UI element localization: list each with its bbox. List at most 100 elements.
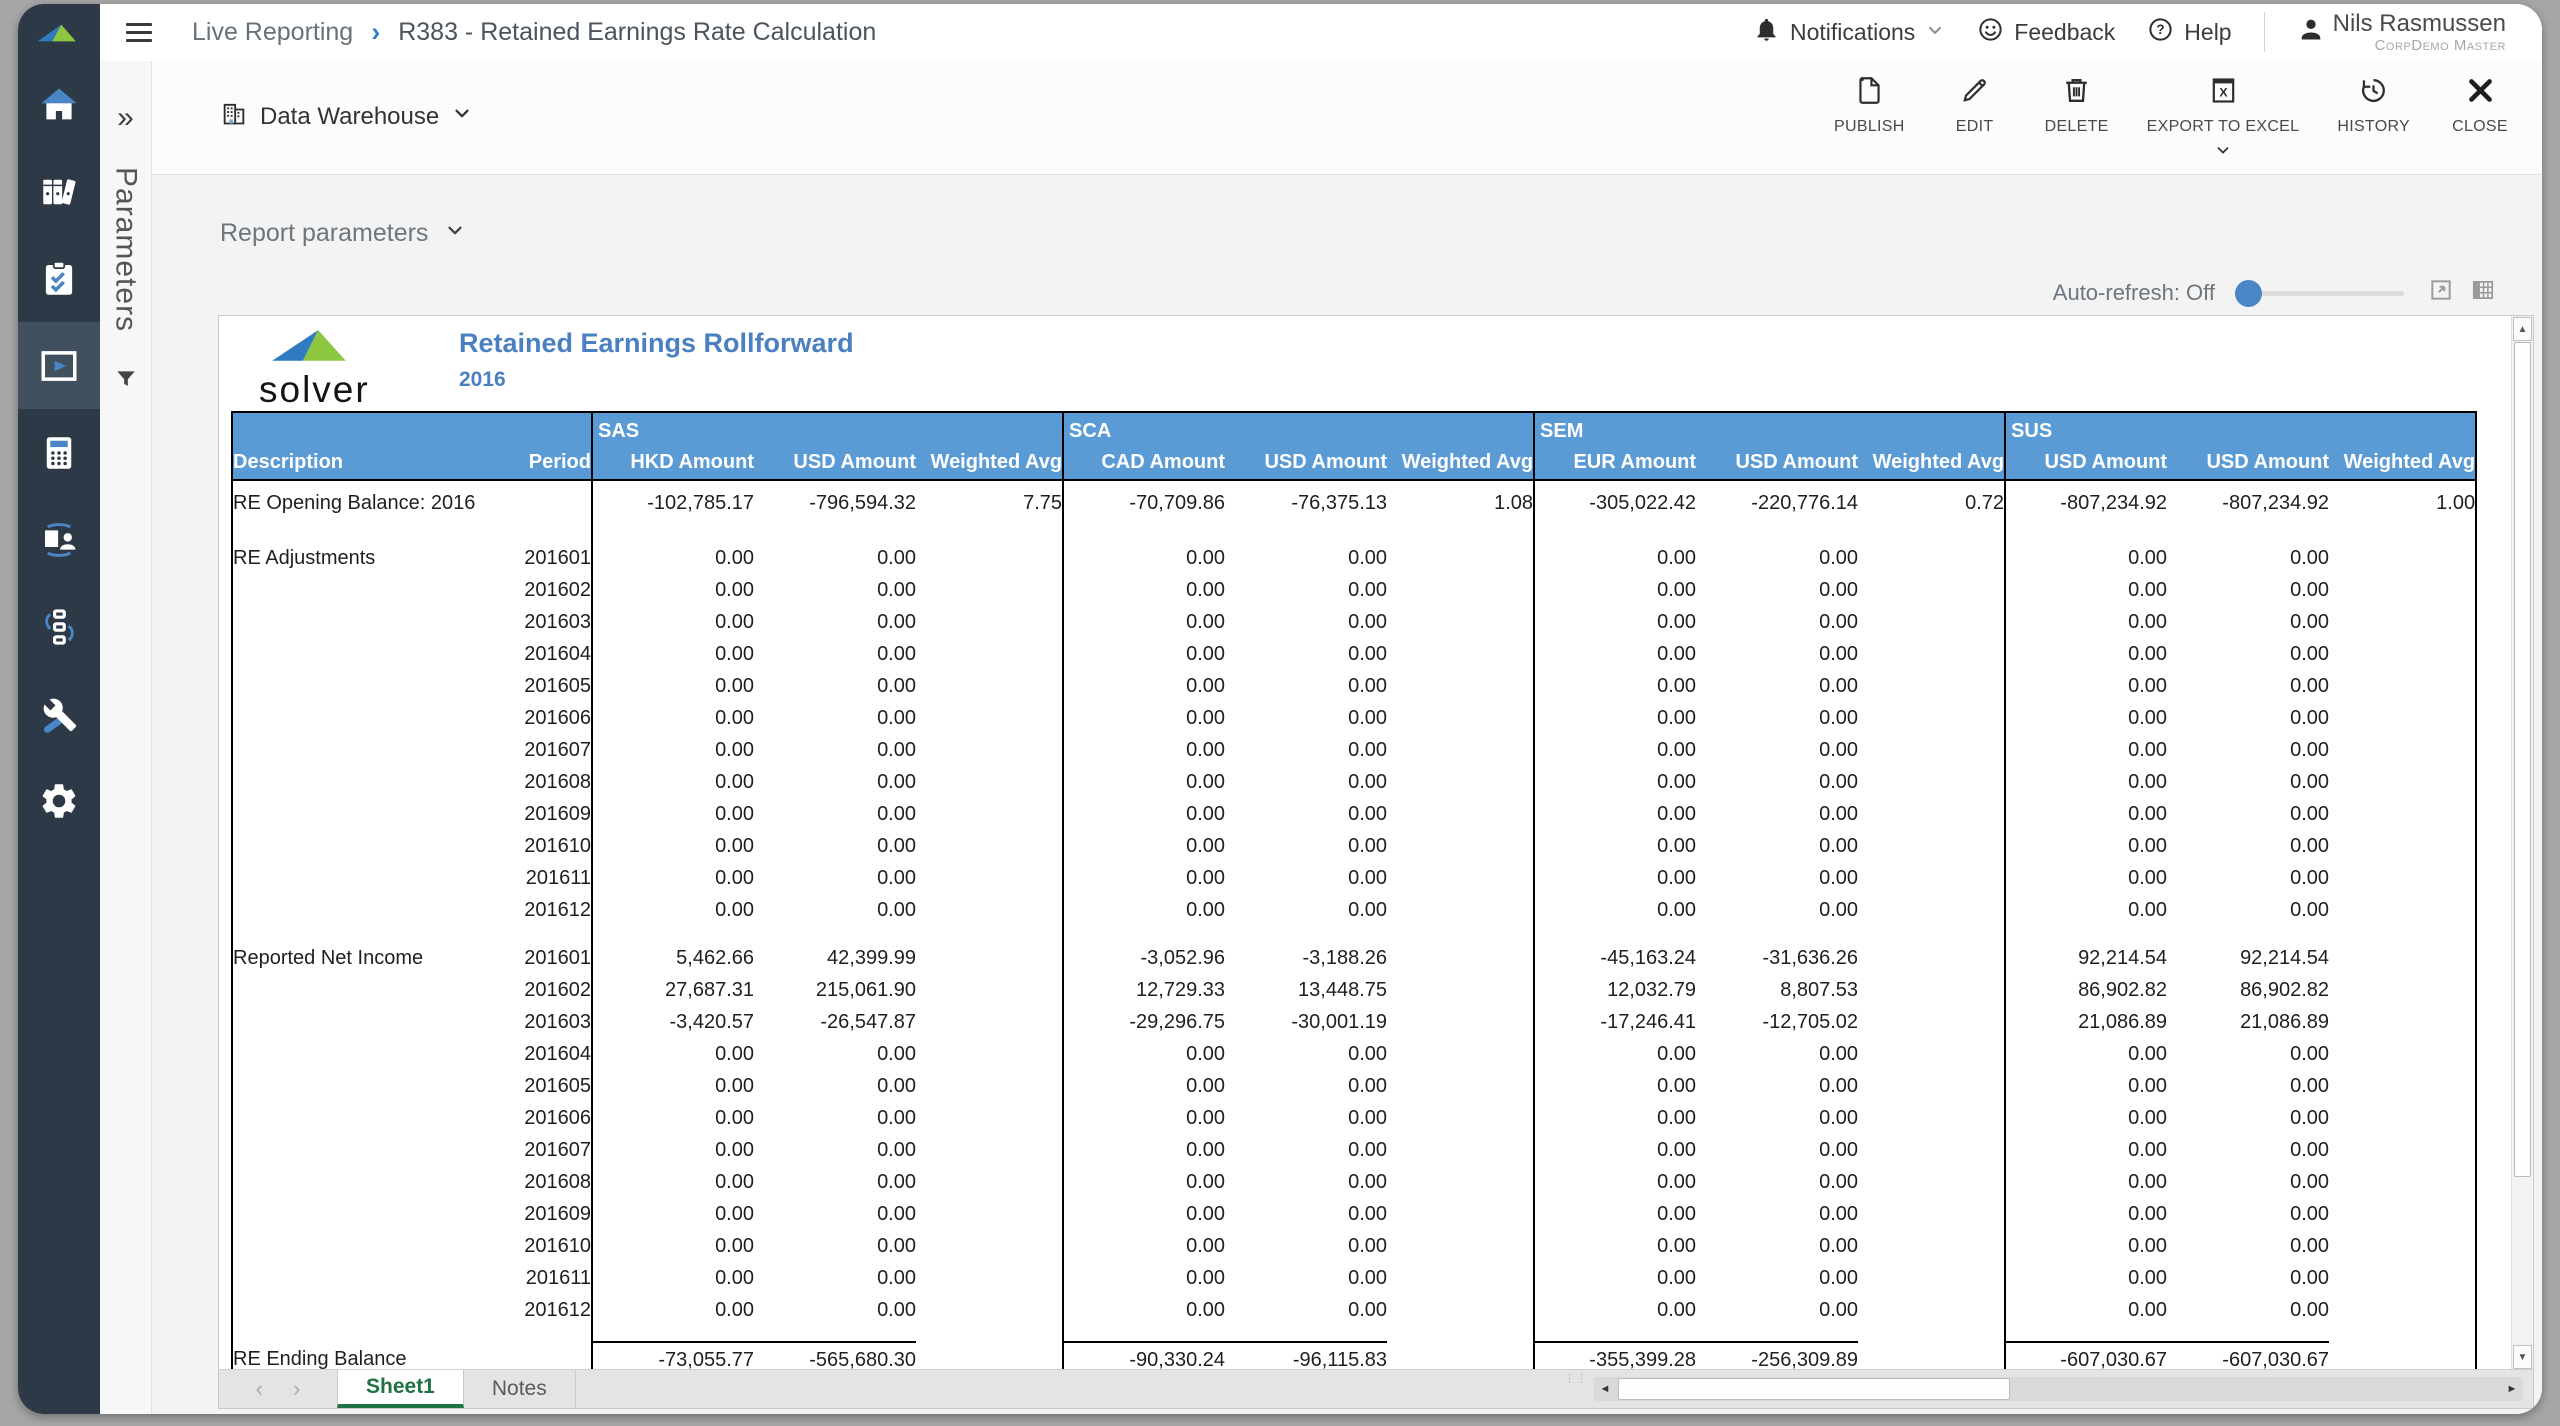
close-button[interactable]: CLOSE (2448, 75, 2512, 164)
value-cell: 0.00 (1225, 1038, 1387, 1070)
table-row: 2016070.000.000.000.000.000.000.000.00 (232, 734, 2476, 766)
filter-icon[interactable] (113, 366, 139, 397)
scroll-up-button[interactable]: ▲ (2513, 317, 2532, 341)
sheet-tab-notes[interactable]: Notes (464, 1370, 576, 1408)
app-logo[interactable] (18, 4, 100, 61)
budgeting-icon (38, 432, 80, 474)
export-to-excel-button[interactable]: XEXPORT TO EXCEL (2147, 75, 2300, 164)
value-cell (916, 942, 1063, 974)
value-cell (2329, 862, 2476, 894)
settings-icon (38, 780, 80, 822)
table-row: 201603-3,420.57-26,547.87-29,296.75-30,0… (232, 1006, 2476, 1038)
value-cell: 0.00 (1063, 670, 1225, 702)
value-cell: 0.00 (592, 1038, 754, 1070)
resize-report-icon[interactable] (2428, 277, 2454, 309)
chevron-down-icon (1925, 19, 1945, 46)
user-menu[interactable]: Nils Rasmussen CorpDemo Master (2297, 11, 2506, 54)
period-cell: 201608 (492, 1166, 592, 1198)
value-cell: 0.00 (2005, 894, 2167, 926)
chevron-down-icon (2214, 143, 2232, 164)
table-row: 2016060.000.000.000.000.000.000.000.00 (232, 1102, 2476, 1134)
scroll-right-button[interactable]: ► (2501, 1377, 2523, 1401)
history-button[interactable]: HISTORY (2337, 75, 2410, 164)
solver-logo-text: solver (259, 371, 370, 408)
value-cell: 0.00 (1696, 606, 1858, 638)
value-cell: 0.00 (1225, 830, 1387, 862)
scroll-down-button[interactable]: ▼ (2513, 1345, 2532, 1369)
row-label (232, 638, 492, 670)
publish-button[interactable]: PUBLISH (1834, 75, 1905, 164)
menu-icon[interactable] (126, 18, 152, 47)
warehouse-building-icon (220, 99, 248, 134)
help-button[interactable]: ? Help (2147, 16, 2231, 49)
table-cell (232, 1326, 592, 1342)
scroll-left-button[interactable]: ◄ (1594, 1377, 1616, 1401)
notifications-button[interactable]: Notifications (1753, 16, 1945, 49)
grid-view-icon[interactable] (2470, 277, 2496, 309)
table-cell (232, 526, 592, 542)
column-header: Period (492, 445, 592, 480)
report-parameters-toggle[interactable]: Report parameters (220, 219, 466, 248)
value-cell: 0.00 (2005, 1294, 2167, 1326)
sidebar-item-tasks[interactable] (18, 235, 100, 322)
value-cell: 42,399.99 (754, 942, 916, 974)
tasks-icon (38, 258, 80, 300)
value-cell: 0.00 (2005, 574, 2167, 606)
value-cell: 0.00 (1696, 1038, 1858, 1070)
parameters-panel[interactable]: » Parameters (100, 61, 152, 1414)
sidebar-item-settings[interactable] (18, 757, 100, 844)
value-cell: 0.00 (1225, 1134, 1387, 1166)
value-cell: 0.00 (754, 798, 916, 830)
delete-button[interactable]: DELETE (2045, 75, 2109, 164)
value-cell (1387, 1070, 1534, 1102)
auto-refresh-slider[interactable] (2239, 291, 2404, 296)
vertical-scrollbar[interactable]: ▲ ▼ (2511, 316, 2533, 1370)
sidebar-item-assignments[interactable] (18, 496, 100, 583)
value-cell: 0.00 (1225, 862, 1387, 894)
value-cell: -305,022.42 (1534, 480, 1696, 526)
horizontal-scrollbar[interactable]: ◄ ► (1594, 1377, 2523, 1401)
sidebar-item-budgeting[interactable] (18, 409, 100, 496)
value-cell: 0.00 (592, 670, 754, 702)
sidebar-item-process[interactable] (18, 583, 100, 670)
table-row: 2016060.000.000.000.000.000.000.000.00 (232, 702, 2476, 734)
table-row: RE Opening Balance: 2016-102,785.17-796,… (232, 480, 2476, 526)
value-cell (916, 974, 1063, 1006)
admin-tools-icon (38, 693, 80, 735)
value-cell: 0.00 (592, 1166, 754, 1198)
edit-button[interactable]: EDIT (1943, 75, 2007, 164)
sheet-tab-sheet1[interactable]: Sheet1 (337, 1370, 464, 1408)
sidebar-item-reports[interactable] (18, 322, 100, 409)
breadcrumb-section[interactable]: Live Reporting (192, 18, 353, 47)
value-cell: -807,234.92 (2005, 480, 2167, 526)
value-cell: 1.08 (1387, 480, 1534, 526)
slider-knob[interactable] (2235, 280, 2262, 307)
vertical-scroll-thumb[interactable] (2514, 342, 2531, 1177)
sidebar-item-archive[interactable] (18, 148, 100, 235)
table-cell (1534, 926, 2005, 942)
value-cell: 0.00 (2167, 1038, 2329, 1070)
value-cell: 0.72 (1858, 480, 2005, 526)
prev-sheet-button[interactable]: ‹ (256, 1376, 263, 1402)
sidebar-item-home[interactable] (18, 61, 100, 148)
value-cell: 0.00 (754, 542, 916, 574)
table-row: RE Adjustments2016010.000.000.000.000.00… (232, 542, 2476, 574)
value-cell: 0.00 (2167, 606, 2329, 638)
value-cell (2329, 1070, 2476, 1102)
value-cell: 0.00 (754, 894, 916, 926)
data-source-selector[interactable]: Data Warehouse (220, 99, 473, 134)
value-cell: 0.00 (754, 1294, 916, 1326)
feedback-button[interactable]: Feedback (1977, 16, 2115, 49)
horizontal-scroll-thumb[interactable] (1618, 1378, 2010, 1400)
value-cell (1387, 638, 1534, 670)
splitter-handle-icon[interactable]: ⋮⋮ (1564, 1377, 1588, 1382)
value-cell: 0.00 (1063, 702, 1225, 734)
value-cell (1858, 1294, 2005, 1326)
value-cell (1387, 606, 1534, 638)
next-sheet-button[interactable]: › (293, 1376, 300, 1402)
sidebar-item-admin-tools[interactable] (18, 670, 100, 757)
value-cell (1858, 1198, 2005, 1230)
value-cell: 0.00 (2167, 1262, 2329, 1294)
expand-panel-icon[interactable]: » (117, 103, 134, 133)
row-label: Reported Net Income (232, 942, 492, 974)
